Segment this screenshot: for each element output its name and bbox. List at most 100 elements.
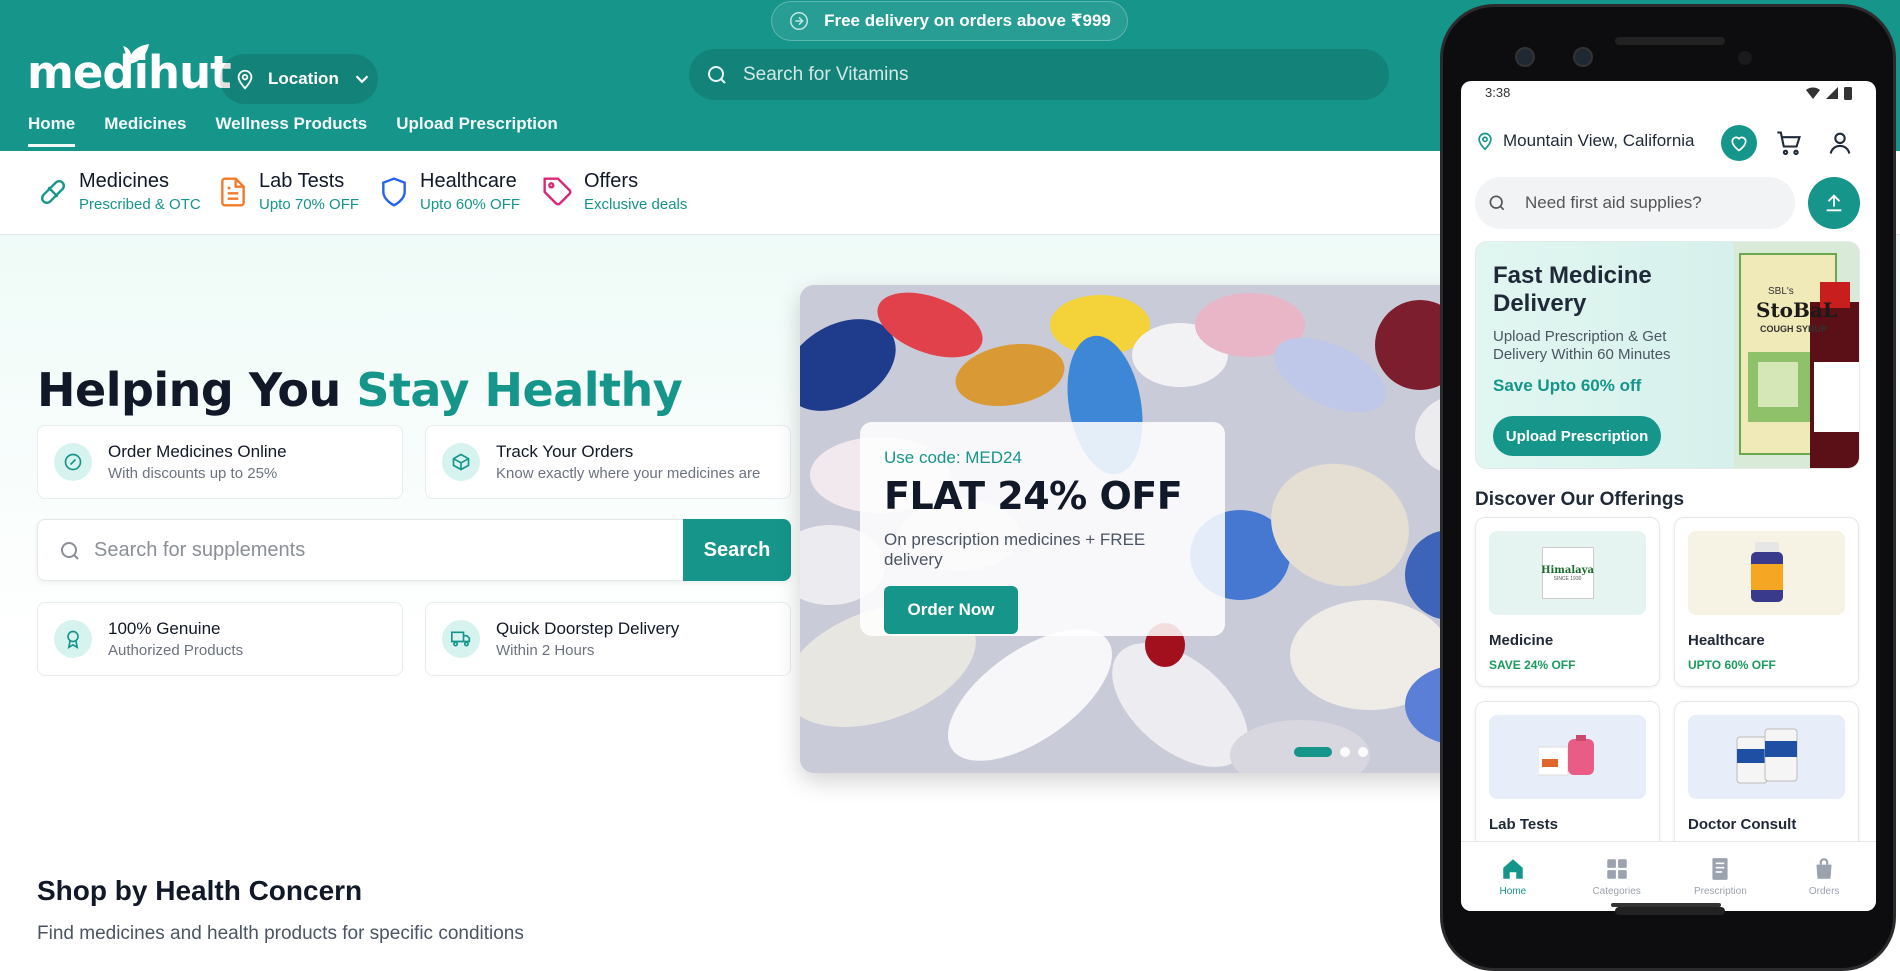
app-search-input[interactable]: Need first aid supplies? [1475, 177, 1795, 229]
bottom-nav-label: Home [1499, 886, 1527, 897]
wishlist-button[interactable] [1721, 125, 1757, 161]
category-title: Healthcare [420, 170, 517, 192]
shield-icon [382, 177, 406, 207]
supplement-tubs-image [1688, 715, 1845, 799]
offering-name: Lab Tests [1489, 816, 1558, 833]
bag-icon [1816, 858, 1832, 879]
category-title: Medicines [79, 170, 170, 192]
phone-frame: 3:38 Mountain View, California Need firs… [1440, 4, 1896, 971]
app-screen: 3:38 Mountain View, California Need firs… [1461, 81, 1876, 911]
carousel-dot-2[interactable] [1340, 747, 1350, 757]
offering-healthcare[interactable]: Healthcare UPTO 60% OFF [1674, 517, 1859, 687]
search-button[interactable]: Search [683, 519, 791, 581]
promo-save-text: Save Upto 60% off [1493, 376, 1642, 395]
himalaya-since-text: SINCE 1930 [1553, 575, 1582, 582]
site-logo[interactable]: medihut [27, 44, 232, 99]
tag-icon [543, 177, 572, 206]
feature-genuine: 100% Genuine Authorized Products [37, 602, 403, 676]
hero-title-accent: Stay Healthy [356, 363, 683, 417]
carousel-indicator [1294, 747, 1368, 757]
map-pin-icon [1478, 132, 1492, 151]
offerings-heading: Discover Our Offerings [1475, 489, 1685, 510]
nav-medicines[interactable]: Medicines [104, 114, 186, 147]
search-icon [61, 542, 79, 560]
offering-medicine[interactable]: Himalaya SINCE 1930 Medicine SAVE 24% OF… [1475, 517, 1660, 687]
app-header: Mountain View, California [1461, 121, 1876, 165]
category-sub: Prescribed & OTC [79, 196, 201, 213]
carousel-dot-3[interactable] [1358, 747, 1368, 757]
chevron-down-icon [355, 75, 369, 84]
promo-text: Free delivery on orders above ₹999 [824, 11, 1111, 30]
award-icon [54, 620, 92, 658]
section-title: Shop by Health Concern [37, 875, 363, 906]
map-pin-icon [237, 69, 253, 90]
category-sub: Upto 70% OFF [259, 196, 360, 213]
signal-icon [1826, 87, 1838, 99]
feature-title: Quick Doorstep Delivery [496, 619, 680, 638]
status-bar: 3:38 [1461, 81, 1876, 105]
category-offers[interactable]: Offers Exclusive deals [542, 170, 687, 213]
fast-delivery-promo: Fast Medicine Delivery Upload Prescripti… [1475, 241, 1860, 469]
location-selector[interactable]: Location [220, 54, 378, 104]
bottom-nav-home[interactable]: Home [1461, 842, 1565, 911]
nav-upload-prescription[interactable]: Upload Prescription [396, 114, 558, 147]
supplement-bottle-image [1688, 531, 1845, 615]
location-label: Location [268, 69, 339, 88]
category-healthcare[interactable]: Healthcare Upto 60% OFF [378, 170, 520, 213]
hot-water-bottle-image [1489, 715, 1646, 799]
pill-icon [41, 180, 65, 204]
bottom-nav-orders[interactable]: Orders [1772, 842, 1876, 911]
header-search-placeholder: Search for Vitamins [743, 63, 909, 85]
feature-track-orders: Track Your Orders Know exactly where you… [425, 425, 791, 499]
bottom-nav-prescription[interactable]: Prescription [1669, 842, 1773, 911]
leaf-icon [123, 44, 149, 64]
feature-title: Order Medicines Online [108, 442, 287, 461]
upload-prescription-button[interactable]: Upload Prescription [1493, 416, 1661, 456]
app-location[interactable]: Mountain View, California [1475, 131, 1695, 151]
promo-carousel[interactable]: Use code: MED24 FLAT 24% OFF On prescrip… [800, 285, 1490, 773]
heart-icon [1731, 136, 1747, 152]
feature-doorstep-delivery: Quick Doorstep Delivery Within 2 Hours [425, 602, 791, 676]
category-lab-tests[interactable]: Lab Tests Upto 70% OFF [217, 170, 359, 213]
bottom-nav-label: Prescription [1693, 886, 1747, 897]
product-brand: SBL's [1768, 286, 1794, 297]
supplement-search-bar: Search [37, 519, 791, 581]
box-icon [442, 443, 480, 481]
offer-title: FLAT 24% OFF [884, 474, 1183, 518]
syrup-product-image: SBL's StoBaL COUGH SYRUP [1734, 242, 1859, 468]
order-now-button[interactable]: Order Now [884, 586, 1018, 634]
wifi-icon [1806, 87, 1820, 99]
grid-icon [1606, 859, 1627, 879]
main-nav: Home Medicines Wellness Products Upload … [28, 114, 558, 147]
offering-name: Doctor Consult [1688, 816, 1797, 833]
user-icon[interactable] [1826, 129, 1854, 157]
offering-name: Healthcare [1688, 632, 1765, 649]
coupon-code: Use code: MED24 [884, 448, 1022, 467]
header-search-input[interactable]: Search for Vitamins [689, 49, 1389, 100]
offer-description: On prescription medicines + FREE deliver… [884, 530, 1146, 569]
phone-speaker [1615, 37, 1725, 45]
category-title: Offers [584, 170, 639, 192]
supplement-search-input[interactable] [88, 520, 708, 580]
status-icons [1806, 85, 1852, 101]
delivery-badge-icon [790, 12, 809, 30]
feature-sub: Authorized Products [108, 642, 244, 659]
nav-wellness-products[interactable]: Wellness Products [215, 114, 367, 147]
truck-icon [442, 620, 480, 658]
hero-title: Helping You Stay Healthy [37, 363, 683, 417]
app-location-text: Mountain View, California [1503, 131, 1695, 150]
app-bottom-nav: Home Categories Prescription Orders [1461, 841, 1876, 911]
phone-camera-icon [1573, 47, 1593, 67]
category-medicines[interactable]: Medicines Prescribed & OTC [37, 170, 201, 213]
product-name: StoBaL [1756, 298, 1837, 322]
free-delivery-banner: Free delivery on orders above ₹999 [771, 1, 1128, 41]
carousel-dot-1[interactable] [1294, 747, 1332, 757]
category-title: Lab Tests [259, 170, 345, 192]
feature-order-online: Order Medicines Online With discounts up… [37, 425, 403, 499]
section-subtitle: Find medicines and health products for s… [37, 923, 524, 944]
offering-discount: SAVE 24% OFF [1489, 658, 1576, 672]
cart-icon[interactable] [1775, 129, 1803, 157]
upload-fab-button[interactable] [1808, 177, 1860, 229]
nav-home[interactable]: Home [28, 114, 76, 147]
bottom-nav-categories[interactable]: Categories [1565, 842, 1669, 911]
